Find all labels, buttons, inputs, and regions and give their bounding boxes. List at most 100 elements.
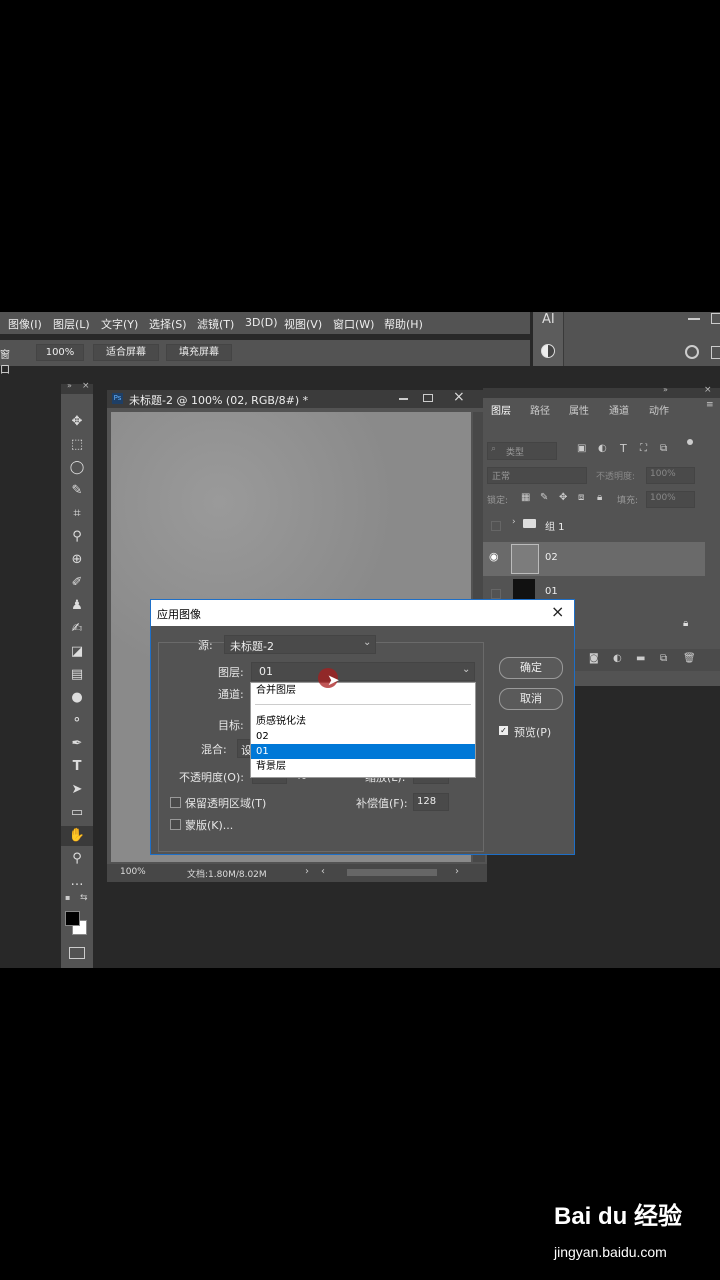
filter-kind-select[interactable]: ⌕ 类型 — [487, 442, 557, 460]
new-layer-icon[interactable]: ⧉ — [660, 653, 667, 664]
dodge-tool-icon[interactable]: ⚬ — [61, 711, 93, 731]
foreground-color-swatch[interactable] — [65, 911, 80, 926]
panel-collapse-icon[interactable]: » — [663, 385, 668, 394]
healing-brush-tool-icon[interactable]: ⊕ — [61, 550, 93, 570]
zoom-tool-icon[interactable]: ⚲ — [61, 849, 93, 869]
crop-tool-icon[interactable]: ⌗ — [61, 504, 93, 524]
filter-shape-icon[interactable]: ⛶ — [640, 443, 647, 454]
doc-minimize-icon[interactable] — [399, 398, 408, 400]
lock-position-icon[interactable]: ✥ — [559, 492, 567, 503]
mask-checkbox[interactable] — [170, 819, 181, 830]
source-select[interactable]: 未标题-2 ⌄ — [224, 635, 376, 654]
panel-close-icon[interactable]: × — [704, 385, 712, 395]
cancel-button[interactable]: 取消 — [499, 688, 563, 710]
lasso-tool-icon[interactable]: ◯ — [61, 458, 93, 478]
close-icon[interactable]: × — [82, 381, 90, 391]
scroll-right-icon[interactable]: › — [455, 866, 459, 877]
gradient-tool-icon[interactable]: ▤ — [61, 665, 93, 685]
tab-properties[interactable]: 属性 — [569, 402, 589, 417]
restore-icon[interactable] — [711, 313, 720, 324]
add-mask-icon[interactable]: ◙ — [589, 653, 599, 664]
pen-tool-icon[interactable]: ✒ — [61, 734, 93, 754]
dropdown-item-texture[interactable]: 质感锐化法 — [251, 714, 475, 729]
brush-tool-icon[interactable]: ✐ — [61, 573, 93, 593]
status-zoom[interactable]: 100% — [120, 867, 146, 877]
rectangle-tool-icon[interactable]: ▭ — [61, 803, 93, 823]
dropdown-item-background[interactable]: 背景层 — [251, 759, 475, 774]
new-adjustment-icon[interactable]: ◐ — [613, 653, 622, 664]
eyedropper-tool-icon[interactable]: ⚲ — [61, 527, 93, 547]
preview-checkbox[interactable]: ✓ — [499, 726, 508, 735]
workspace-icon[interactable] — [711, 346, 720, 359]
layer-name[interactable]: 01 — [545, 586, 558, 597]
ok-button[interactable]: 确定 — [499, 657, 563, 679]
layer-row-group[interactable]: › 组 1 — [483, 508, 705, 542]
path-selection-tool-icon[interactable]: ➤ — [61, 780, 93, 800]
fill-field[interactable]: 100% — [646, 491, 695, 508]
layer-select[interactable]: 01 ⌄ — [251, 662, 475, 681]
tab-layers[interactable]: 图层 — [491, 402, 511, 417]
magic-wand-tool-icon[interactable]: ✎ — [61, 481, 93, 501]
layer-row-02[interactable]: ◉ 02 — [483, 542, 705, 576]
visibility-toggle[interactable] — [491, 521, 501, 531]
new-group-icon[interactable]: ▬ — [636, 653, 645, 664]
more-tools-icon[interactable]: … — [61, 872, 93, 892]
panel-menu-icon[interactable]: ≡ — [706, 400, 714, 410]
lock-all-icon[interactable]: 🔒︎ — [597, 492, 602, 503]
layer-name[interactable]: 02 — [545, 552, 558, 563]
tab-paths[interactable]: 路径 — [530, 402, 550, 417]
filter-toggle-icon[interactable] — [687, 439, 693, 445]
status-menu-arrow-icon[interactable]: › — [305, 866, 309, 877]
menu-3d[interactable]: 3D(D) — [245, 316, 278, 329]
history-brush-tool-icon[interactable]: ✍ — [61, 619, 93, 639]
search-icon[interactable] — [685, 345, 699, 359]
offset-input[interactable]: 128 — [413, 793, 449, 811]
menu-view[interactable]: 视图(V) — [284, 316, 322, 332]
lock-transparent-icon[interactable]: ▦ — [521, 492, 530, 503]
document-title[interactable]: 未标题-2 @ 100% (02, RGB/8#) * — [129, 392, 308, 408]
doc-close-icon[interactable]: × — [453, 389, 465, 405]
doc-maximize-icon[interactable] — [423, 394, 433, 402]
swap-colors-icon[interactable]: ⇆ — [80, 893, 88, 903]
move-tool-icon[interactable]: ✥ — [61, 412, 93, 432]
dialog-close-icon[interactable]: × — [551, 602, 564, 621]
adjustments-icon[interactable] — [541, 344, 555, 358]
chevron-right-icon[interactable]: › — [512, 517, 516, 527]
tab-channels[interactable]: 通道 — [609, 402, 629, 417]
dropdown-item-01-selected[interactable]: 01 — [251, 744, 475, 759]
minimize-icon[interactable] — [688, 318, 700, 320]
blur-tool-icon[interactable]: ● — [61, 688, 93, 708]
filter-pixel-icon[interactable]: ▣ — [577, 443, 586, 454]
hand-tool-icon[interactable]: ✋ — [61, 826, 93, 846]
tab-actions[interactable]: 动作 — [649, 402, 669, 417]
layer-name[interactable]: 组 1 — [545, 518, 565, 533]
quick-mask-icon[interactable] — [69, 947, 85, 959]
filter-type-icon[interactable]: T — [620, 442, 627, 455]
blend-mode-select[interactable]: 正常 — [487, 467, 587, 484]
marquee-tool-icon[interactable]: ⬚ — [61, 435, 93, 455]
menu-type[interactable]: 文字(Y) — [101, 316, 138, 332]
filter-smart-object-icon[interactable]: ⧉ — [660, 443, 667, 454]
dropdown-item-02[interactable]: 02 — [251, 729, 475, 744]
menu-window[interactable]: 窗口(W) — [333, 316, 374, 332]
fit-screen-button[interactable]: 适合屏幕 — [93, 344, 159, 361]
ai-icon[interactable]: AI — [542, 312, 555, 327]
menu-image[interactable]: 图像(I) — [8, 316, 42, 332]
menu-layer[interactable]: 图层(L) — [53, 316, 90, 332]
opacity-field[interactable]: 100% — [646, 467, 695, 484]
horizontal-scrollbar[interactable] — [347, 869, 437, 876]
menu-select[interactable]: 选择(S) — [149, 316, 187, 332]
preserve-transparency-checkbox[interactable] — [170, 797, 181, 808]
menu-filter[interactable]: 滤镜(T) — [197, 316, 234, 332]
lock-image-icon[interactable]: ✎ — [540, 492, 548, 503]
visibility-toggle[interactable] — [491, 589, 501, 599]
default-colors-icon[interactable]: ▪ — [65, 893, 70, 902]
delete-layer-icon[interactable]: 🗑︎ — [683, 653, 696, 664]
lock-artboard-icon[interactable]: ⧈ — [578, 492, 584, 503]
collapse-icon[interactable]: » — [67, 381, 72, 390]
dropdown-item-merged[interactable]: 合并图层 — [251, 683, 475, 698]
eye-icon[interactable]: ◉ — [489, 550, 499, 563]
menu-help[interactable]: 帮助(H) — [384, 316, 423, 332]
filter-adjustment-icon[interactable]: ◐ — [598, 443, 607, 454]
eraser-tool-icon[interactable]: ◪ — [61, 642, 93, 662]
